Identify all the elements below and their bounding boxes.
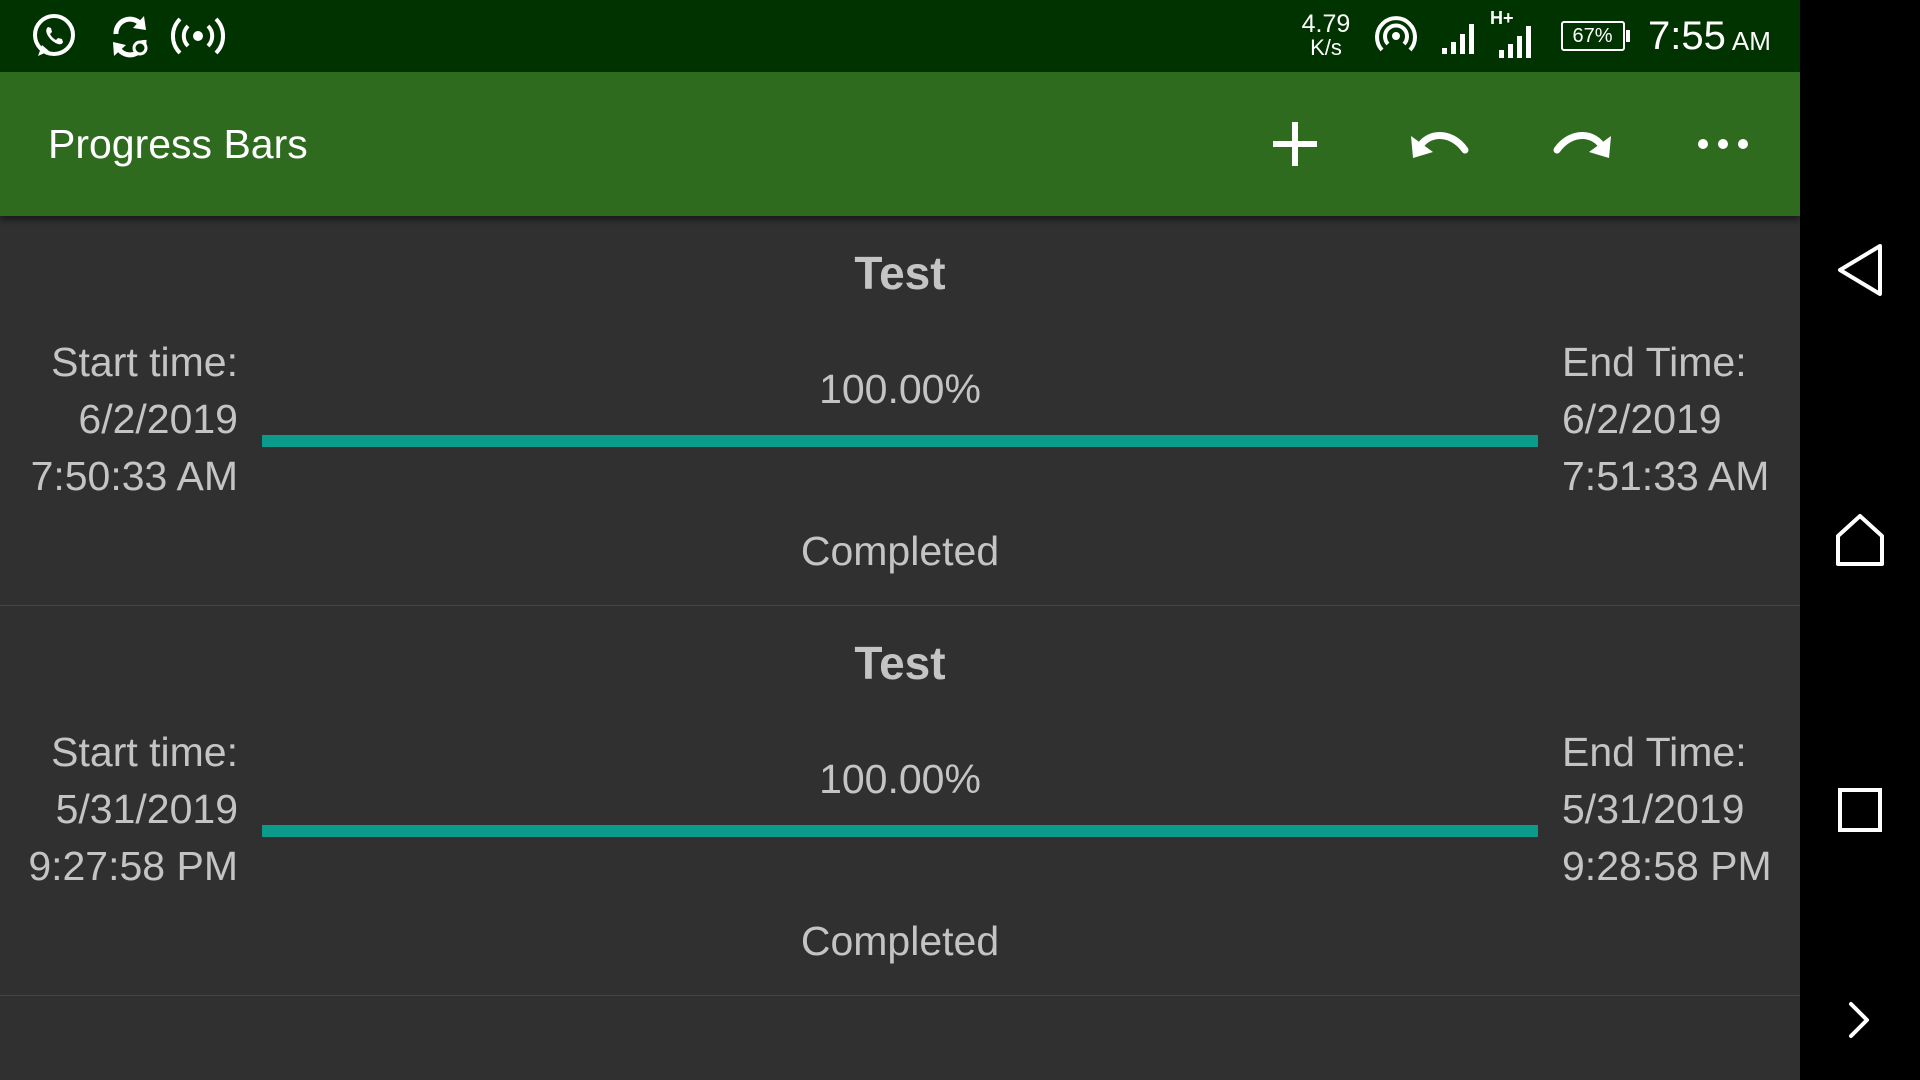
end-time: 9:28:58 PM	[1562, 843, 1772, 889]
progress-item[interactable]: Test Start time: 5/31/2019 9:27:58 PM 10…	[0, 606, 1800, 996]
progress-percent: 100.00%	[819, 756, 981, 802]
item-title: Test	[854, 247, 946, 299]
progress-percent: 100.00%	[819, 366, 981, 412]
battery-level: 67%	[1560, 21, 1625, 51]
progress-bar	[262, 825, 1538, 837]
app-screen: 4.79 K/s H+ 67% 7:55 AM Progress Bars Te…	[0, 0, 1800, 1080]
end-time-label: End Time:	[1562, 339, 1747, 385]
add-button[interactable]	[1259, 108, 1331, 180]
start-time-block: Start time: 5/31/2019 9:27:58 PM	[28, 724, 238, 895]
signal-type-label: H+	[1490, 8, 1514, 28]
progress-bar-fill	[262, 825, 1538, 837]
item-title: Test	[854, 637, 946, 689]
progress-bar	[262, 435, 1538, 447]
add-icon	[1273, 122, 1317, 166]
app-bar: Progress Bars	[0, 72, 1800, 216]
status-bar: 4.79 K/s H+ 67% 7:55 AM	[0, 0, 1800, 72]
undo-button[interactable]	[1403, 108, 1475, 180]
recents-icon	[1838, 788, 1882, 832]
network-speed-value: 4.79	[1301, 10, 1351, 38]
end-date: 5/31/2019	[1562, 786, 1745, 832]
redo-button[interactable]	[1547, 108, 1619, 180]
end-time-block: End Time: 6/2/2019 7:51:33 AM	[1562, 334, 1769, 505]
end-time-label: End Time:	[1562, 729, 1747, 775]
expand-icon	[1849, 1002, 1869, 1038]
undo-icon	[1411, 132, 1469, 158]
signal-icon	[1438, 12, 1482, 60]
start-time: 7:50:33 AM	[30, 453, 238, 499]
wifi-hotspot-icon	[1372, 12, 1420, 60]
start-time-block: Start time: 6/2/2019 7:50:33 AM	[31, 334, 238, 505]
recents-button[interactable]	[1824, 774, 1896, 846]
clock-suffix: AM	[1731, 25, 1771, 56]
network-speed-unit: K/s	[1310, 35, 1342, 60]
redo-icon	[1553, 132, 1611, 158]
sync-icon	[104, 12, 156, 60]
hotspot-icon	[170, 12, 226, 60]
start-time: 9:27:58 PM	[28, 843, 238, 889]
app-title: Progress Bars	[48, 121, 308, 167]
home-button[interactable]	[1824, 504, 1896, 576]
back-button[interactable]	[1824, 234, 1896, 306]
more-options-button[interactable]	[1687, 108, 1759, 180]
expand-button[interactable]	[1824, 984, 1896, 1056]
progress-status: Completed	[800, 528, 1000, 574]
battery-icon: 67%	[1558, 12, 1632, 60]
end-time: 7:51:33 AM	[1562, 453, 1770, 499]
back-icon	[1838, 244, 1882, 296]
progress-status: Completed	[800, 918, 1000, 964]
clock: 7:55 AM	[1648, 12, 1798, 60]
home-icon	[1836, 514, 1884, 566]
more-icon	[1698, 139, 1748, 149]
signal-hplus-icon: H+	[1490, 8, 1540, 60]
navigation-bar	[1800, 0, 1920, 1080]
end-date: 6/2/2019	[1562, 396, 1722, 442]
network-speed: 4.79 K/s	[1290, 12, 1362, 60]
clock-time: 7:55	[1648, 13, 1726, 58]
whatsapp-icon	[28, 12, 80, 60]
progress-item[interactable]: Test Start time: 6/2/2019 7:50:33 AM 100…	[0, 216, 1800, 606]
progress-bar-list: Test Start time: 6/2/2019 7:50:33 AM 100…	[0, 216, 1800, 996]
end-time-block: End Time: 5/31/2019 9:28:58 PM	[1562, 724, 1772, 895]
progress-bar-fill	[262, 435, 1538, 447]
